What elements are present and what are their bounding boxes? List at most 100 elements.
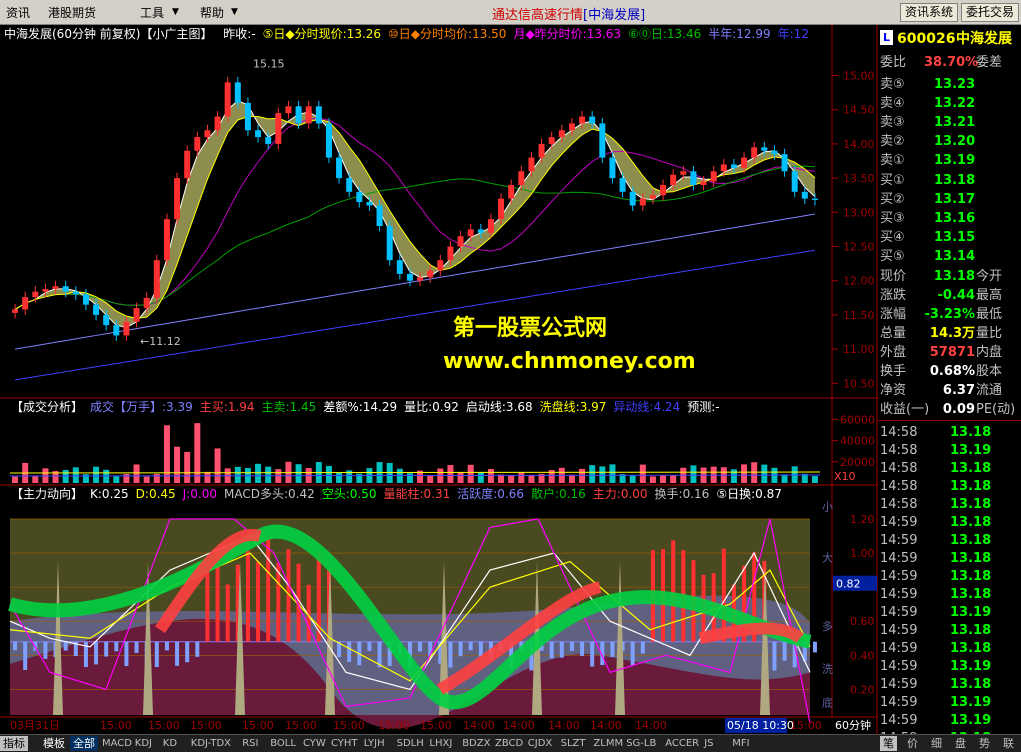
quote-tab[interactable]: 势	[976, 736, 993, 751]
x-axis-label: 14:00	[590, 719, 622, 732]
indicator-shortcut[interactable]: KDJ	[135, 736, 152, 751]
tick-price: 13.18	[950, 551, 992, 566]
volume-bar	[153, 473, 160, 483]
macd-bar	[256, 562, 261, 642]
tick-price: 13.18	[950, 425, 992, 440]
stat-label: 外盘	[880, 345, 907, 360]
volume-bar	[660, 475, 667, 483]
indicator-shortcut[interactable]: JS	[704, 736, 713, 751]
indicator-shortcut[interactable]: ACCER	[665, 736, 699, 751]
volume-bar	[447, 464, 454, 483]
indicator-shortcut[interactable]: ZLMM	[593, 736, 623, 751]
volume-bar	[599, 466, 606, 483]
indicator-shortcut[interactable]: CYHT	[331, 736, 358, 751]
tick-row: 14:59 13.19	[878, 658, 1021, 676]
stat-right-label: 今开	[976, 269, 1003, 284]
tick-price: 13.18	[950, 677, 992, 692]
tab-all[interactable]: 全部	[70, 736, 98, 751]
indicator-shortcut[interactable]: SDLH	[397, 736, 424, 751]
indicator-shortcut[interactable]: LHXJ	[429, 736, 452, 751]
stat-value: -0.44	[937, 288, 975, 303]
indicator-shortcut[interactable]: ZBCD	[495, 736, 523, 751]
menu-item-info[interactable]: 资讯	[6, 4, 30, 21]
volume-bar	[751, 462, 758, 483]
vol-header-item: 预测:-	[687, 400, 720, 414]
tick-row: 14:58 13.18	[878, 478, 1021, 496]
vol-header-item: 差额%:14.29	[323, 400, 398, 414]
candle-body	[609, 157, 616, 179]
macd-bar	[468, 641, 473, 651]
stat-row: 涨跌 -0.44 最高	[878, 287, 1021, 305]
stat-row: 涨幅 -3.23% 最低	[878, 306, 1021, 324]
indicator-shortcut[interactable]: CYW	[303, 736, 326, 751]
tick-price: 13.19	[950, 713, 992, 728]
menu-item-hk-futures[interactable]: 港股期货	[48, 4, 96, 21]
quote-tab[interactable]: 笔	[880, 736, 897, 751]
indicator-shortcut[interactable]: SG-LB	[626, 736, 656, 751]
stat-label: 净资	[880, 383, 907, 398]
volume-bar	[639, 464, 646, 483]
stat-label: 涨跌	[880, 288, 907, 303]
tab-templates[interactable]: 模板	[40, 736, 68, 751]
stock-name: 中海发展	[956, 31, 1012, 47]
main-chart-header: 中海发展(60分钟 前复权)【小广主图】 昨收:- ⑤日◆分时现价:13.26 ⑩日…	[4, 25, 809, 43]
indicator-shortcut[interactable]: BOLL	[270, 736, 296, 751]
trade-button[interactable]: 委托交易	[961, 3, 1020, 22]
tick-time: 14:59	[880, 713, 918, 728]
indicator-shortcut[interactable]: MFI	[732, 736, 749, 751]
candle-body	[498, 198, 505, 220]
price-tick: 15.00	[843, 70, 875, 83]
stat-right-label: PE(动)	[976, 402, 1016, 417]
volume-bar	[72, 467, 79, 483]
quote-tab[interactable]: 联	[1000, 736, 1017, 751]
indicator-shortcut[interactable]: CJDX	[528, 736, 552, 751]
quote-tab[interactable]: 细	[928, 736, 945, 751]
x-axis-label: 15:00	[333, 719, 365, 732]
menu-item-tools[interactable]: 工具	[140, 4, 164, 21]
indicator-shortcut[interactable]: KDJ-TDX	[191, 736, 231, 751]
tick-time: 14:58	[880, 443, 918, 458]
tick-price: 13.19	[950, 605, 992, 620]
weibi-value: 38.70%	[924, 55, 979, 70]
level-icon: L	[880, 30, 894, 45]
quote-tab[interactable]: 价	[904, 736, 921, 751]
tick-time: 14:58	[880, 425, 918, 440]
chart-area[interactable]: 15.00 14.50 14.00 13.50 13.00 12.50 12.00 11.50…	[0, 25, 878, 734]
side-mark: 多	[822, 619, 833, 633]
tick-row: 14:59 13.18	[878, 532, 1021, 550]
indicator-shortcut[interactable]: MACD	[102, 736, 132, 751]
low-label: ←11.12	[140, 335, 181, 348]
indicator-shortcut[interactable]: SLZT	[561, 736, 586, 751]
volume-bar	[508, 474, 515, 483]
indicator-tick: 1.00	[850, 547, 875, 560]
volume-bar	[406, 473, 413, 483]
stat-row: 外盘 57871 内盘	[878, 344, 1021, 362]
chevron-down-icon: ▼	[231, 7, 238, 17]
candle-body	[508, 184, 515, 199]
menu-item-help[interactable]: 帮助	[200, 4, 224, 21]
tick-price: 13.18	[950, 461, 992, 476]
tab-indicators[interactable]: 指标	[0, 736, 28, 751]
ind-header-item: K:0.25	[90, 487, 129, 501]
period-label[interactable]: 60分钟	[835, 718, 871, 732]
volume-tick: 60000	[840, 413, 875, 426]
info-system-button[interactable]: 资讯系统	[900, 3, 959, 22]
quote-tab[interactable]: 盘	[952, 736, 969, 751]
indicator-shortcut[interactable]: KD	[163, 736, 177, 751]
stat-right-label: 内盘	[976, 345, 1003, 360]
candle-body	[417, 277, 424, 281]
candle-body	[579, 116, 586, 124]
candle-body	[619, 178, 626, 192]
side-mark: 小	[822, 500, 833, 513]
stat-row: 现价 13.18 今开	[878, 268, 1021, 286]
indicator-shortcut[interactable]: BDZX	[462, 736, 490, 751]
indicator-shortcut[interactable]: LYJH	[364, 736, 385, 751]
candle-body	[93, 304, 100, 315]
indicator-shortcut[interactable]: RSI	[242, 736, 258, 751]
candle-body	[42, 288, 49, 292]
candle-body	[629, 191, 636, 206]
candle-body	[396, 260, 403, 274]
tick-price: 13.18	[950, 641, 992, 656]
volume-bar	[467, 464, 474, 483]
x-axis-label: 15:00	[242, 719, 274, 732]
